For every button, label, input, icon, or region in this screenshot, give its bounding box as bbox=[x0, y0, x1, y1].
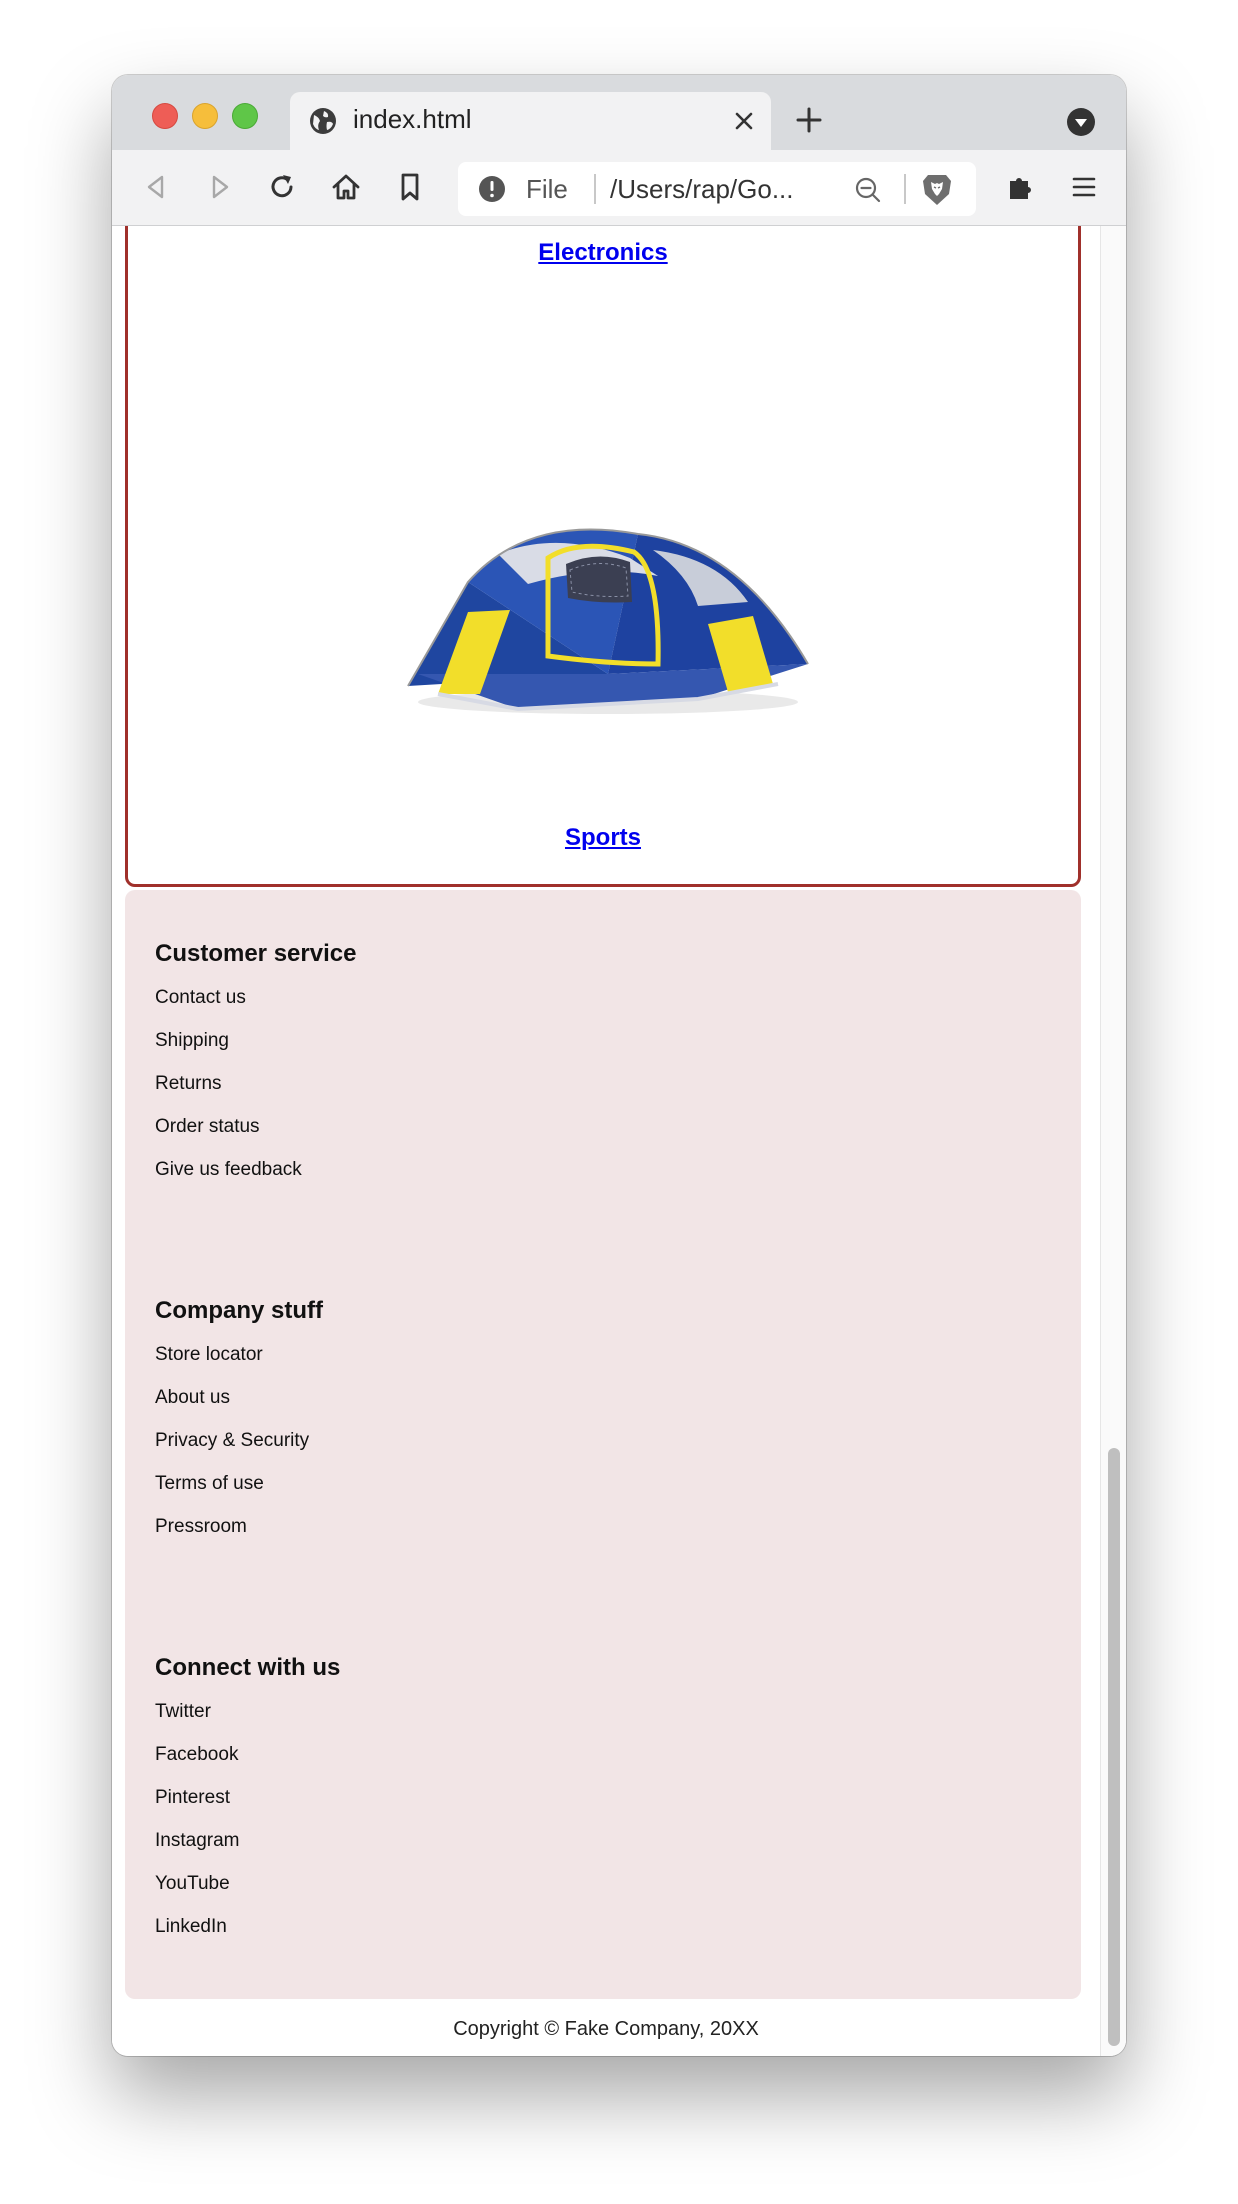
scrollbar-thumb[interactable] bbox=[1108, 1448, 1120, 2046]
url-scheme: File bbox=[526, 174, 568, 204]
footer-section-customer-service: Customer service Contact us Shipping Ret… bbox=[155, 940, 356, 1200]
tab-index[interactable]: index.html bbox=[290, 92, 771, 150]
home-icon[interactable] bbox=[330, 171, 362, 203]
tab-strip: index.html bbox=[112, 75, 1126, 150]
reload-icon[interactable] bbox=[266, 171, 298, 203]
footer-heading: Company stuff bbox=[155, 1297, 323, 1324]
plus-icon[interactable] bbox=[794, 105, 824, 135]
footer-section-connect: Connect with us Twitter Facebook Pintere… bbox=[155, 1654, 340, 1957]
footer-link-pressroom[interactable]: Pressroom bbox=[155, 1514, 323, 1557]
footer-link-feedback[interactable]: Give us feedback bbox=[155, 1157, 356, 1200]
zoom-window-button[interactable] bbox=[232, 103, 258, 129]
url-divider bbox=[594, 174, 596, 204]
footer-link-terms[interactable]: Terms of use bbox=[155, 1471, 323, 1514]
close-icon[interactable] bbox=[731, 108, 757, 134]
site-footer: Customer service Contact us Shipping Ret… bbox=[125, 890, 1081, 1999]
footer-link-shipping[interactable]: Shipping bbox=[155, 1028, 356, 1071]
footer-link-order-status[interactable]: Order status bbox=[155, 1114, 356, 1157]
bookmark-icon[interactable] bbox=[394, 171, 426, 203]
category-card: Electronics Sports bbox=[125, 226, 1081, 887]
minimize-window-button[interactable] bbox=[192, 103, 218, 129]
footer-link-twitter[interactable]: Twitter bbox=[155, 1699, 340, 1742]
copyright-text: Copyright © Fake Company, 20XX bbox=[453, 2018, 759, 2040]
url-divider bbox=[904, 174, 906, 204]
category-link-electronics[interactable]: Electronics bbox=[128, 239, 1078, 267]
address-bar[interactable]: File /Users/rap/Go... bbox=[458, 162, 976, 216]
footer-link-pinterest[interactable]: Pinterest bbox=[155, 1785, 340, 1828]
footer-link-about-us[interactable]: About us bbox=[155, 1385, 323, 1428]
footer-link-instagram[interactable]: Instagram bbox=[155, 1828, 340, 1871]
info-icon[interactable] bbox=[478, 175, 506, 203]
globe-icon bbox=[310, 108, 336, 134]
vertical-scrollbar[interactable] bbox=[1100, 226, 1126, 2056]
footer-link-contact-us[interactable]: Contact us bbox=[155, 985, 356, 1028]
footer-section-company: Company stuff Store locator About us Pri… bbox=[155, 1297, 323, 1557]
tab-title: index.html bbox=[353, 104, 472, 134]
brave-shield-icon[interactable] bbox=[920, 172, 954, 208]
browser-window: index.html File /Users/rap/Go... Electro… bbox=[112, 75, 1126, 2056]
footer-heading: Connect with us bbox=[155, 1654, 341, 1681]
url-text[interactable]: /Users/rap/Go... bbox=[610, 174, 794, 205]
category-link-sports[interactable]: Sports bbox=[128, 824, 1078, 852]
footer-link-returns[interactable]: Returns bbox=[155, 1071, 356, 1114]
footer-link-store-locator[interactable]: Store locator bbox=[155, 1342, 323, 1385]
footer-link-youtube[interactable]: YouTube bbox=[155, 1871, 340, 1914]
footer-link-linkedin[interactable]: LinkedIn bbox=[155, 1914, 340, 1957]
zoom-out-icon[interactable] bbox=[854, 176, 882, 204]
navigation-toolbar: File /Users/rap/Go... bbox=[112, 150, 1126, 226]
menu-icon[interactable] bbox=[1068, 171, 1100, 203]
close-window-button[interactable] bbox=[152, 103, 178, 129]
footer-link-privacy[interactable]: Privacy & Security bbox=[155, 1428, 323, 1471]
back-icon[interactable] bbox=[140, 171, 172, 203]
dropdown-icon[interactable] bbox=[1066, 107, 1096, 137]
footer-link-facebook[interactable]: Facebook bbox=[155, 1742, 340, 1785]
page-viewport: Electronics Sports Customer service Cont… bbox=[112, 226, 1126, 2056]
forward-icon[interactable] bbox=[204, 171, 236, 203]
footer-heading: Customer service bbox=[155, 940, 357, 967]
tent-image bbox=[407, 528, 809, 714]
extensions-icon[interactable] bbox=[1004, 171, 1036, 203]
